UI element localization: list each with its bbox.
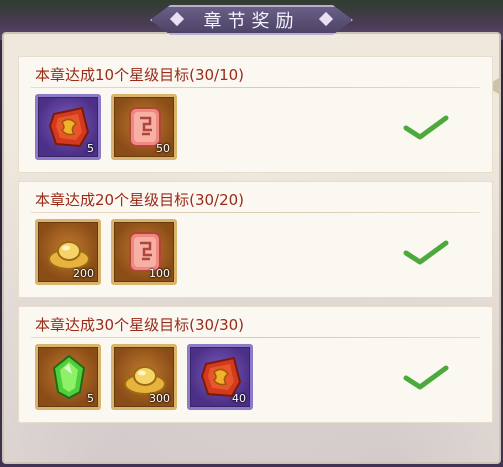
divider xyxy=(31,87,480,88)
reward-item-slot[interactable]: 5 xyxy=(35,344,101,410)
reward-item-slot[interactable]: 50 xyxy=(111,94,177,160)
claimed-check-icon xyxy=(403,365,449,390)
item-count: 50 xyxy=(156,142,170,155)
reward-card-title: 本章达成10个星级目标(30/10) xyxy=(35,66,245,84)
claimed-check-icon xyxy=(403,115,449,140)
reward-item-slot[interactable]: 40 xyxy=(187,344,253,410)
item-count: 200 xyxy=(73,267,94,280)
reward-card-title: 本章达成30个星级目标(30/30) xyxy=(35,316,245,334)
item-count: 100 xyxy=(149,267,170,280)
reward-item-slot[interactable]: 100 xyxy=(111,219,177,285)
reward-card-2: 本章达成20个星级目标(30/20) 200 100 xyxy=(18,181,493,298)
reward-item-slot[interactable]: 5 xyxy=(35,94,101,160)
item-count: 5 xyxy=(87,392,94,405)
divider xyxy=(31,337,480,338)
reward-item-slot[interactable]: 200 xyxy=(35,219,101,285)
item-count: 300 xyxy=(149,392,170,405)
claimed-check-icon xyxy=(403,240,449,265)
reward-card-1: 本章达成10个星级目标(30/10) 5 50 xyxy=(18,56,493,173)
item-count: 5 xyxy=(87,142,94,155)
reward-card-title: 本章达成20个星级目标(30/20) xyxy=(35,191,245,209)
divider xyxy=(31,212,480,213)
item-count: 40 xyxy=(232,392,246,405)
reward-panel: 本章达成10个星级目标(30/10) 5 50 本章达成20个星级目标(30/2… xyxy=(2,32,501,464)
panel-title-text: 章节奖励 xyxy=(203,11,300,32)
reward-card-3: 本章达成30个星级目标(30/30) 5 300 40 xyxy=(18,306,493,423)
reward-item-slot[interactable]: 300 xyxy=(111,344,177,410)
